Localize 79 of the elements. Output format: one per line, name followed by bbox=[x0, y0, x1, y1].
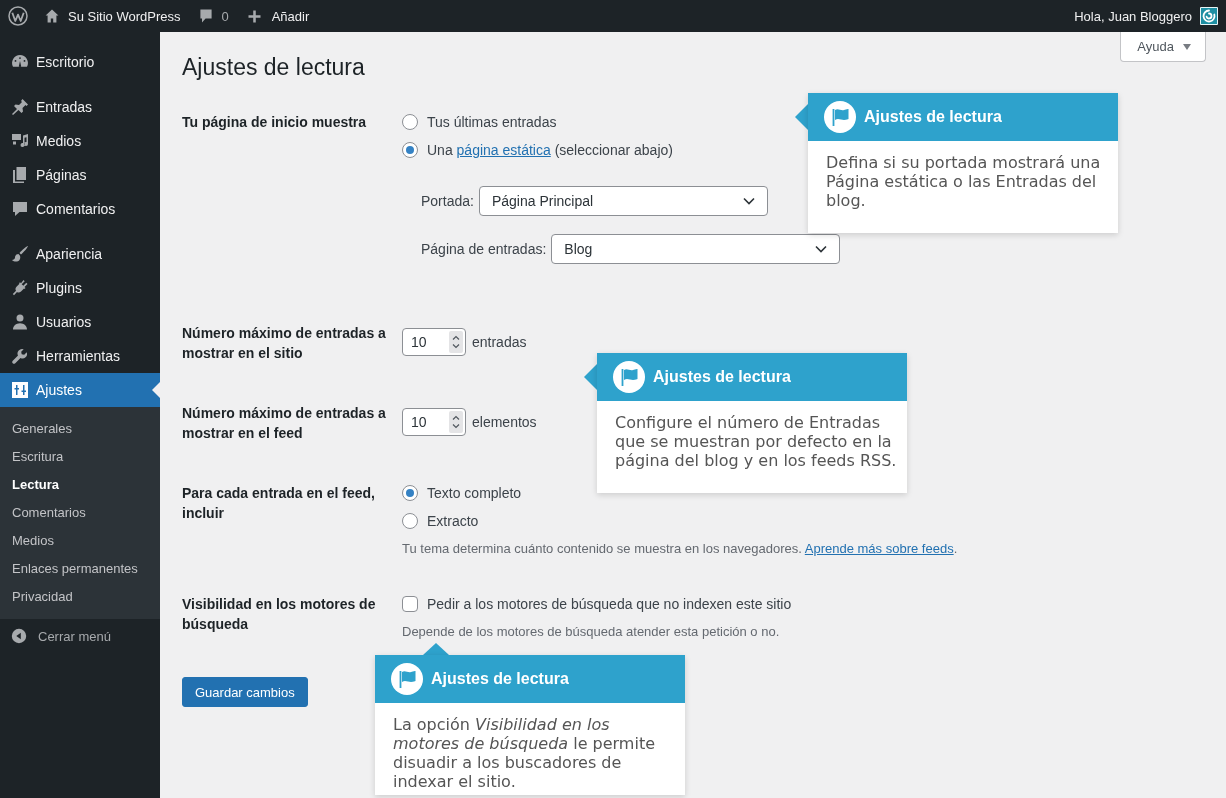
site-link[interactable]: Su Sitio WordPress bbox=[44, 0, 181, 32]
account-link[interactable]: Hola, Juan Bloggero bbox=[1074, 0, 1218, 32]
submenu-item[interactable]: Privacidad bbox=[0, 583, 160, 611]
submenu-item[interactable]: Generales bbox=[0, 415, 160, 443]
menu-item[interactable]: Medios bbox=[0, 124, 160, 158]
option-label[interactable]: Tus últimas entradas bbox=[427, 114, 557, 130]
page-title: Ajustes de lectura bbox=[182, 53, 365, 82]
radio-button[interactable] bbox=[402, 114, 418, 130]
wrench-icon bbox=[10, 346, 30, 366]
save-button[interactable]: Guardar cambios bbox=[182, 677, 308, 707]
chevron-down-icon bbox=[815, 245, 828, 253]
menu-item[interactable]: Herramientas bbox=[0, 339, 160, 373]
pushpin-icon bbox=[10, 97, 30, 117]
speech-bubble-icon bbox=[198, 8, 215, 24]
field-label: Tu página de inicio muestra bbox=[182, 113, 368, 132]
submenu-item[interactable]: Enlaces permanentes bbox=[0, 555, 160, 583]
option-label[interactable]: Una página estática (seleccionar abajo) bbox=[427, 142, 673, 158]
comments-link[interactable]: 0 bbox=[198, 0, 229, 32]
tooltip-text: La opción Visibilidad en los motores de búsqueda le permite disuadir a los buscadores de indexar el sitio. bbox=[392, 714, 656, 791]
submenu-item[interactable]: Medios bbox=[0, 527, 160, 555]
tooltip-text: Defina si su portada mostrará una Página estática o las Entradas del blog. bbox=[825, 152, 1102, 210]
speech-bubble-icon bbox=[10, 199, 30, 219]
number-input[interactable]: 10 bbox=[402, 328, 466, 356]
help-button[interactable]: Ayuda bbox=[1120, 32, 1206, 62]
menu-item[interactable]: Páginas bbox=[0, 158, 160, 192]
radio-button[interactable] bbox=[402, 485, 418, 501]
field-label: Para cada entrada en el feed, incluir bbox=[182, 484, 376, 523]
menu-item[interactable]: Usuarios bbox=[0, 305, 160, 339]
tooltip-text: Configure el número de Entradas que se muestran por defecto en la página del blog y en los feeds RSS. bbox=[614, 412, 898, 470]
link[interactable]: página estática bbox=[456, 142, 551, 158]
plus-icon bbox=[246, 8, 262, 24]
flag-icon bbox=[613, 361, 645, 393]
flag-icon bbox=[824, 101, 856, 133]
select-label: Página de entradas: bbox=[421, 241, 547, 257]
collapse-menu-button[interactable]: Cerrar menú bbox=[0, 619, 123, 653]
help-text: Tu tema determina cuánto contenido se muestra en los navegadores. Aprende más sobre feeds. bbox=[402, 540, 959, 558]
help-text: Depende de los motores de búsqueda atender esta petición o no. bbox=[402, 623, 781, 641]
stepper-arrows-icon bbox=[449, 411, 463, 433]
person-icon bbox=[10, 312, 30, 332]
chevron-down-icon bbox=[742, 197, 755, 205]
tooltip-title: Ajustes de lectura bbox=[864, 108, 1002, 126]
tooltip-title: Ajustes de lectura bbox=[431, 670, 569, 688]
option-label[interactable]: Extracto bbox=[427, 513, 479, 529]
dropdown[interactable]: Blog bbox=[551, 234, 841, 264]
home-icon bbox=[44, 8, 60, 24]
menu-item[interactable]: Entradas bbox=[0, 90, 160, 124]
select-label: Portada: bbox=[421, 193, 474, 209]
field-label: Número máximo de entradas a mostrar en el sitio bbox=[182, 324, 387, 363]
current-notch-icon bbox=[152, 382, 160, 398]
menu-item[interactable]: Ajustes bbox=[0, 373, 160, 407]
radio-button[interactable] bbox=[402, 142, 418, 158]
sliders-icon bbox=[10, 380, 30, 400]
caret-icon bbox=[1183, 43, 1191, 50]
number-input[interactable]: 10 bbox=[402, 408, 466, 436]
unit-label: elementos bbox=[472, 413, 537, 432]
menu-item[interactable]: Plugins bbox=[0, 271, 160, 305]
new-content-link[interactable]: Añadir bbox=[246, 0, 310, 32]
dropdown[interactable]: Página Principal bbox=[478, 186, 768, 216]
menu-item[interactable]: Comentarios bbox=[0, 192, 160, 226]
menu-item[interactable]: Apariencia bbox=[0, 237, 160, 271]
unit-label: entradas bbox=[472, 333, 527, 352]
menu-item[interactable]: Escritorio bbox=[0, 45, 160, 79]
checkbox-label[interactable]: Pedir a los motores de búsqueda que no indexen este sitio bbox=[427, 596, 792, 612]
stepper-arrows-icon bbox=[449, 331, 463, 353]
link[interactable]: Aprende más sobre feeds bbox=[804, 541, 954, 556]
flag-icon bbox=[391, 663, 423, 695]
swirl-avatar-icon bbox=[1200, 7, 1218, 25]
submenu-item[interactable]: Escritura bbox=[0, 443, 160, 471]
submenu-item[interactable]: Comentarios bbox=[0, 499, 160, 527]
field-label: Número máximo de entradas a mostrar en el feed bbox=[182, 404, 387, 443]
logo-icon[interactable] bbox=[8, 6, 28, 26]
checkbox[interactable] bbox=[402, 596, 418, 612]
field-label: Visibilidad en los motores de búsqueda bbox=[182, 595, 377, 634]
plug-icon bbox=[10, 278, 30, 298]
option-label[interactable]: Texto completo bbox=[427, 485, 522, 501]
radio-button[interactable] bbox=[402, 513, 418, 529]
tooltip-title: Ajustes de lectura bbox=[653, 368, 791, 386]
submenu-item[interactable]: Lectura bbox=[0, 471, 160, 499]
paintbrush-icon bbox=[10, 244, 30, 264]
